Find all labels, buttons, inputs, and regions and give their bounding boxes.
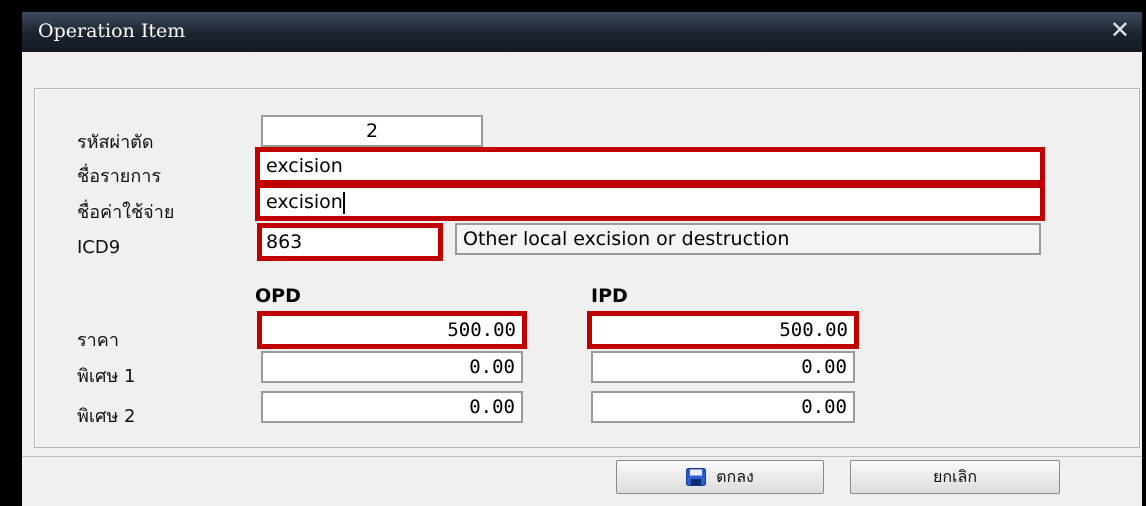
icd9-description-field: Other local excision or destruction bbox=[455, 223, 1041, 255]
item-name-label: ชื่อรายการ bbox=[77, 166, 162, 187]
cancel-button[interactable]: ยกเลิก bbox=[850, 460, 1060, 494]
expense-name-label: ชื่อค่าใช้จ่าย bbox=[77, 202, 175, 223]
footer-divider bbox=[22, 456, 1142, 457]
special2-label: พิเศษ 2 bbox=[77, 406, 136, 427]
item-name-field[interactable]: excision bbox=[255, 147, 1045, 185]
titlebar[interactable]: Operation Item ✕ bbox=[22, 12, 1142, 52]
ok-label: ตกลง bbox=[716, 466, 754, 486]
opd-price-field[interactable]: 500.00 bbox=[257, 311, 527, 349]
save-icon bbox=[686, 468, 707, 486]
price-label: ราคา bbox=[77, 330, 119, 351]
expense-name-value: excision bbox=[266, 191, 343, 213]
expense-name-field[interactable]: excision bbox=[255, 183, 1045, 221]
icd9-code-field[interactable]: 863 bbox=[257, 223, 443, 261]
ipd-special1-field[interactable]: 0.00 bbox=[591, 351, 855, 383]
opd-special2-field[interactable]: 0.00 bbox=[261, 391, 523, 423]
opd-header: OPD bbox=[255, 285, 301, 307]
form-panel: รหัสผ่าตัด 2 ชื่อรายการ excision ชื่อค่า… bbox=[34, 88, 1140, 448]
ipd-special2-field[interactable]: 0.00 bbox=[591, 391, 855, 423]
ipd-price-field[interactable]: 500.00 bbox=[587, 311, 859, 349]
ipd-header: IPD bbox=[591, 285, 628, 307]
ok-button[interactable]: ตกลง bbox=[616, 460, 824, 494]
code-label: รหัสผ่าตัด bbox=[77, 132, 154, 153]
icd9-label: ICD9 bbox=[77, 237, 121, 258]
text-cursor bbox=[342, 191, 345, 214]
opd-special1-field[interactable]: 0.00 bbox=[261, 351, 523, 383]
code-field[interactable]: 2 bbox=[261, 115, 483, 147]
operation-item-dialog: Operation Item ✕ รหัสผ่าตัด 2 ชื่อรายการ… bbox=[22, 12, 1142, 506]
dialog-title: Operation Item bbox=[38, 20, 186, 42]
special1-label: พิเศษ 1 bbox=[77, 366, 136, 387]
close-icon[interactable]: ✕ bbox=[1110, 16, 1130, 44]
cancel-label: ยกเลิก bbox=[932, 466, 978, 486]
